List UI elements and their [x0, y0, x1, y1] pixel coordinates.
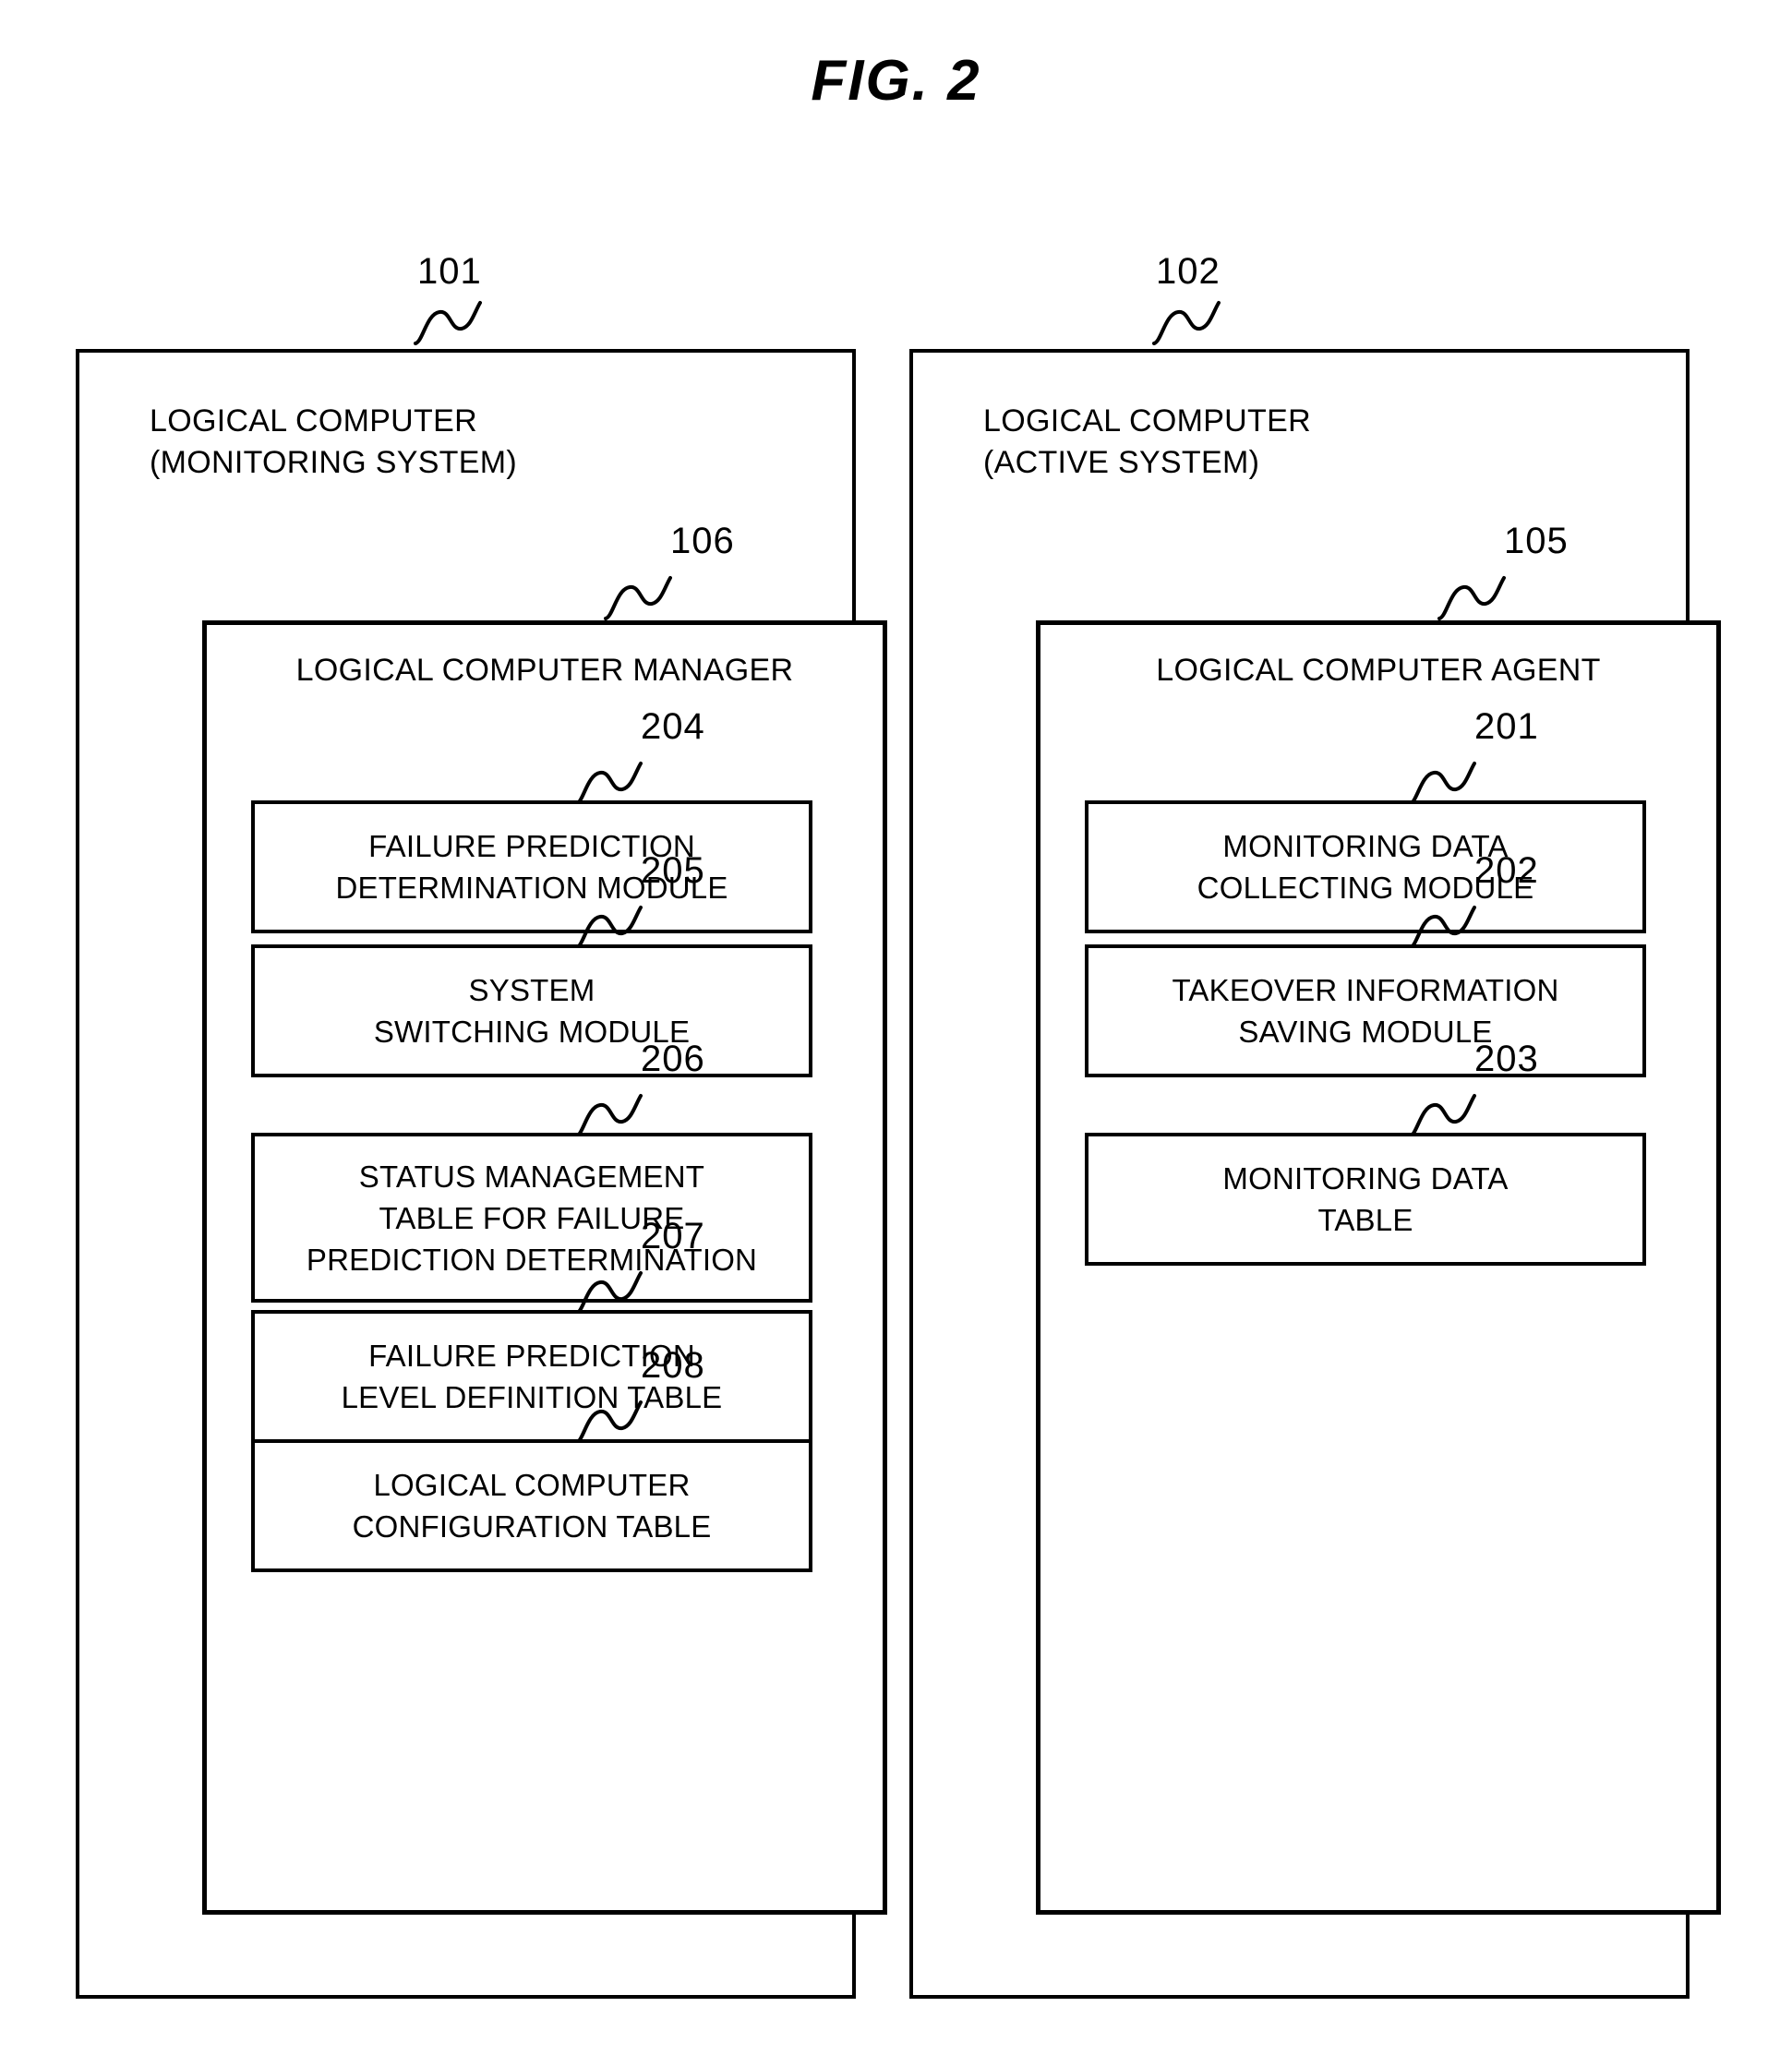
ref-label-106: 106: [670, 521, 735, 561]
module-box-208[interactable]: LOGICAL COMPUTER CONFIGURATION TABLE: [251, 1439, 812, 1572]
ref-label-201: 201: [1474, 706, 1539, 747]
logical-computer-agent-box: LOGICAL COMPUTER AGENT 201 MONITORING DA…: [1036, 620, 1721, 1915]
system-box-102: LOGICAL COMPUTER (ACTIVE SYSTEM) 105 LOG…: [909, 349, 1721, 1999]
leader-squiggle-101: [414, 297, 482, 345]
leader-squiggle-102: [1152, 297, 1221, 345]
module-box-202[interactable]: TAKEOVER INFORMATION SAVING MODULE: [1085, 944, 1646, 1077]
system-title-102: LOGICAL COMPUTER (ACTIVE SYSTEM): [983, 403, 1311, 480]
leader-squiggle-106: [604, 572, 672, 620]
ref-label-101: 101: [417, 251, 482, 292]
module-box-203[interactable]: MONITORING DATA TABLE: [1085, 1133, 1646, 1266]
figure-title: FIG. 2: [811, 49, 981, 113]
module-label-203: MONITORING DATA TABLE: [1222, 1161, 1509, 1237]
ref-label-205: 205: [641, 850, 705, 891]
inner-title-106: LOGICAL COMPUTER MANAGER: [295, 653, 794, 688]
leader-squiggle-203: [1408, 1090, 1476, 1138]
module-box-207[interactable]: FAILURE PREDICTION LEVEL DEFINITION TABL…: [251, 1310, 812, 1443]
ref-label-203: 203: [1474, 1039, 1539, 1079]
leader-squiggle-105: [1437, 572, 1506, 620]
ref-label-206: 206: [641, 1039, 705, 1079]
module-box-204[interactable]: FAILURE PREDICTION DETERMINATION MODULE: [251, 800, 812, 933]
leader-squiggle-207: [574, 1268, 643, 1316]
module-box-206[interactable]: STATUS MANAGEMENT TABLE FOR FAILURE PRED…: [251, 1133, 812, 1303]
inner-title-105: LOGICAL COMPUTER AGENT: [1156, 653, 1601, 688]
ref-label-102: 102: [1156, 251, 1221, 292]
logical-computer-manager-box: LOGICAL COMPUTER MANAGER 204 FAILURE PRE…: [202, 620, 887, 1915]
ref-label-105: 105: [1504, 521, 1569, 561]
system-title-101: LOGICAL COMPUTER (MONITORING SYSTEM): [150, 403, 517, 480]
leader-squiggle-201: [1408, 758, 1476, 806]
module-box-205[interactable]: SYSTEM SWITCHING MODULE: [251, 944, 812, 1077]
leader-squiggle-202: [1408, 902, 1476, 950]
leader-squiggle-205: [574, 902, 643, 950]
module-label-208: LOGICAL COMPUTER CONFIGURATION TABLE: [352, 1468, 712, 1544]
ref-label-207: 207: [641, 1216, 705, 1256]
leader-squiggle-204: [574, 758, 643, 806]
figure-page: FIG. 2 101 LOGICAL COMPUTER (MONITORING …: [0, 0, 1792, 2067]
ref-label-208: 208: [641, 1345, 705, 1386]
module-box-201[interactable]: MONITORING DATA COLLECTING MODULE: [1085, 800, 1646, 933]
leader-squiggle-208: [574, 1397, 643, 1445]
ref-label-204: 204: [641, 706, 705, 747]
leader-squiggle-206: [574, 1090, 643, 1138]
system-box-101: LOGICAL COMPUTER (MONITORING SYSTEM) 106…: [76, 349, 887, 1999]
ref-label-202: 202: [1474, 850, 1539, 891]
